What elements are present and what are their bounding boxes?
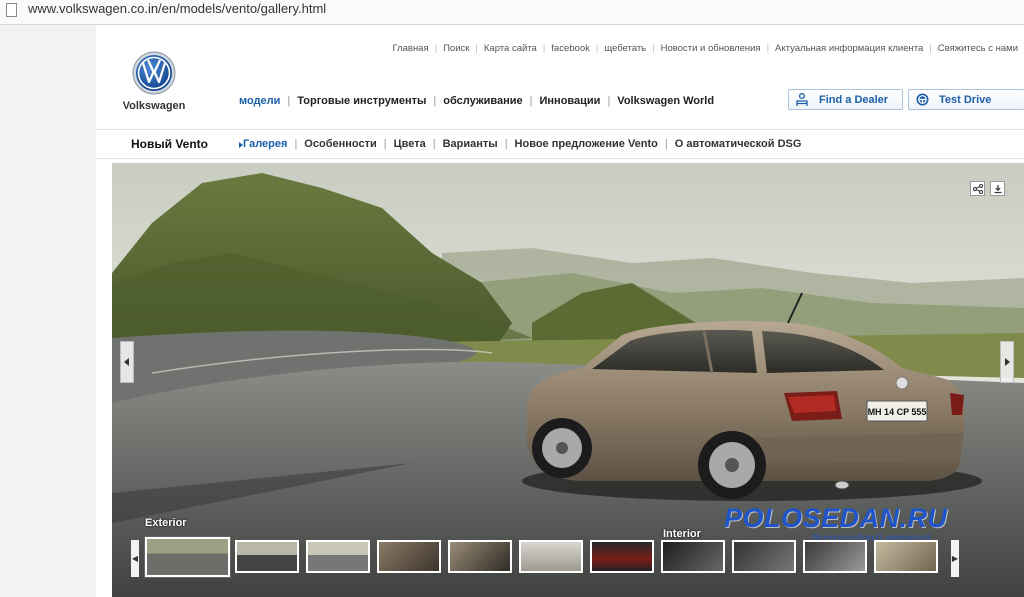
model-subnav: Новый Vento Галерея | Особенности | Цвета |… bbox=[96, 129, 1024, 159]
util-link-home[interactable]: Главная bbox=[386, 43, 434, 54]
util-link-sitemap[interactable]: Карта сайта bbox=[478, 43, 543, 54]
util-link-facebook[interactable]: facebook bbox=[545, 43, 596, 54]
tab-features[interactable]: Особенности bbox=[297, 138, 383, 150]
utility-nav: Главная | Поиск | Карта сайта | facebook | щ… bbox=[386, 43, 1024, 54]
thumbs-next-button[interactable]: ▶ bbox=[951, 540, 959, 577]
tab-variants[interactable]: Варианты bbox=[436, 138, 505, 150]
gallery-next-button[interactable] bbox=[1000, 341, 1014, 383]
vw-logo-icon[interactable] bbox=[132, 51, 176, 95]
watermark-text: POLOSEDAN.RU bbox=[724, 503, 948, 533]
download-button[interactable] bbox=[990, 181, 1005, 196]
thumbnail[interactable] bbox=[235, 540, 299, 573]
nav-sales-tools[interactable]: Торговые инструменты bbox=[290, 95, 433, 107]
tab-dsg[interactable]: О автоматической DSG bbox=[668, 138, 809, 150]
nav-models[interactable]: модели bbox=[232, 95, 287, 107]
website: Volkswagen Главная | Поиск | Карта сайта | … bbox=[96, 25, 1024, 597]
thumbnail[interactable] bbox=[590, 540, 654, 573]
util-link-twitter[interactable]: щебетать bbox=[598, 43, 652, 54]
nav-service[interactable]: обслуживание bbox=[436, 95, 529, 107]
util-link-search[interactable]: Поиск bbox=[437, 43, 475, 54]
thumbnail[interactable] bbox=[732, 540, 796, 573]
find-dealer-button[interactable]: Find a Dealer bbox=[788, 89, 903, 110]
steering-wheel-icon bbox=[915, 93, 929, 107]
thumbnail[interactable] bbox=[803, 540, 867, 573]
interior-label[interactable]: Interior bbox=[663, 528, 701, 540]
test-drive-button[interactable]: Test Drive bbox=[908, 89, 1024, 110]
brand-name: Volkswagen bbox=[122, 100, 186, 112]
license-plate: MH 14 CP 555 bbox=[868, 407, 927, 417]
nav-innovations[interactable]: Инновации bbox=[533, 95, 608, 107]
thumbnail[interactable] bbox=[874, 540, 938, 573]
tab-gallery[interactable]: Галерея bbox=[236, 138, 294, 150]
util-link-contact[interactable]: Свяжитесь с нами bbox=[932, 43, 1024, 54]
nav-vw-world[interactable]: Volkswagen World bbox=[610, 95, 721, 107]
thumbnail[interactable] bbox=[377, 540, 441, 573]
thumbnail[interactable] bbox=[306, 540, 370, 573]
util-link-customer-info[interactable]: Актуальная информация клиента bbox=[769, 43, 929, 54]
share-button[interactable] bbox=[970, 181, 985, 196]
test-drive-label: Test Drive bbox=[939, 93, 992, 106]
gallery-prev-button[interactable] bbox=[120, 341, 134, 383]
download-icon bbox=[994, 184, 1001, 193]
dealer-icon bbox=[795, 92, 809, 107]
thumbnail[interactable] bbox=[144, 536, 231, 578]
chevron-left-icon bbox=[124, 358, 129, 366]
util-link-news[interactable]: Новости и обновления bbox=[655, 43, 767, 54]
browser-url-bar[interactable]: www.volkswagen.co.in/en/models/vento/gal… bbox=[0, 0, 1024, 25]
model-subnav-links: Галерея | Особенности | Цвета | Варианты | Н… bbox=[236, 138, 808, 150]
tab-colors[interactable]: Цвета bbox=[387, 138, 433, 150]
model-title: Новый Vento bbox=[131, 137, 209, 151]
thumbnail[interactable] bbox=[519, 540, 583, 573]
chevron-right-icon bbox=[1005, 358, 1010, 366]
main-nav: модели | Торговые инструменты | обслуживан… bbox=[232, 95, 721, 107]
thumbs-prev-button[interactable]: ◀ bbox=[131, 540, 139, 577]
thumbnail[interactable] bbox=[448, 540, 512, 573]
thumbnail[interactable] bbox=[661, 540, 725, 573]
find-dealer-label: Find a Dealer bbox=[819, 93, 889, 106]
url-text[interactable]: www.volkswagen.co.in/en/models/vento/gal… bbox=[28, 1, 326, 16]
share-icon bbox=[972, 183, 983, 194]
tab-new-offer[interactable]: Новое предложение Vento bbox=[508, 138, 665, 150]
gallery-viewer: MH 14 CP 555 Exterior Interior POLOSEDAN… bbox=[112, 163, 1024, 597]
page-icon bbox=[6, 3, 17, 17]
exterior-label[interactable]: Exterior bbox=[145, 517, 187, 529]
page-left-margin bbox=[0, 25, 96, 597]
